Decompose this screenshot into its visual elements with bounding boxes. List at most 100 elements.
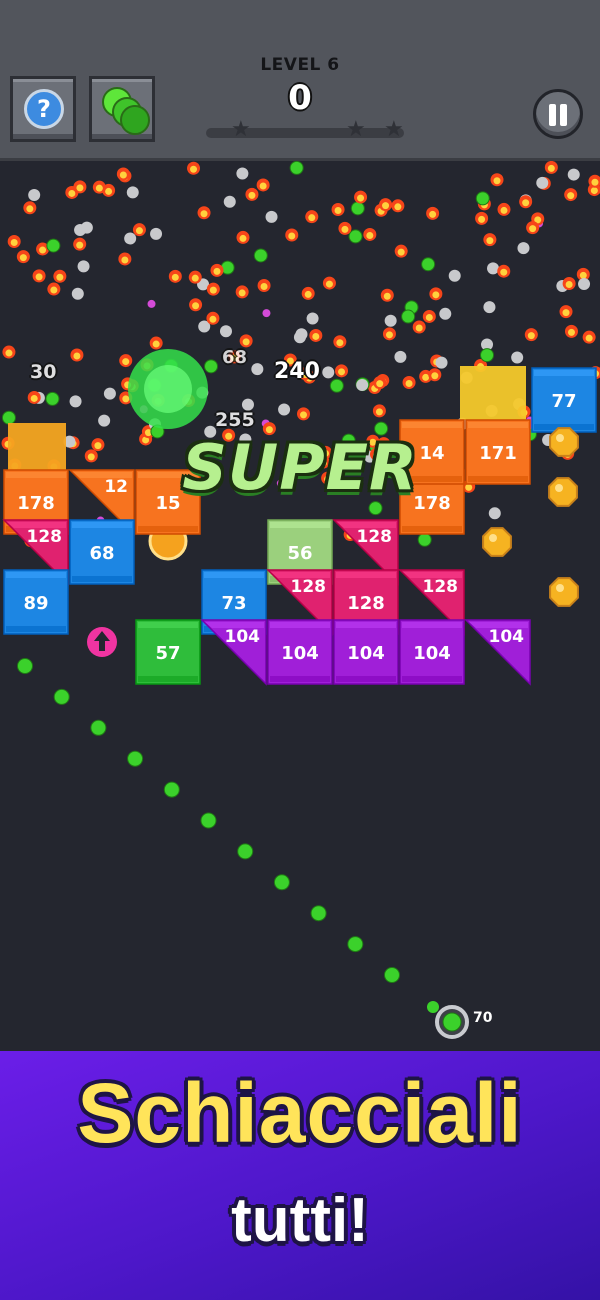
question-mark-icon: ? [24,89,64,129]
brick-hp-label: 171 [479,443,517,464]
play-field[interactable]: 178 12 15 178 14 171 77 128 68 56 128 89 73 128 128 128… [0,161,600,1051]
fire-spark [23,201,37,215]
spent-ball [517,242,530,255]
aim-dot [347,936,364,953]
fire-spark [236,230,250,244]
ball [427,1001,439,1013]
fire-spark [32,269,46,283]
progress-star-icon: ★ [231,117,251,142]
orange-burst [8,423,66,471]
fire-spark [564,188,578,202]
launcher-ball [442,1012,462,1032]
brick-hp-label: 104 [281,643,319,664]
fire-spark [206,311,220,325]
ball [401,309,416,324]
level-label: LEVEL 6 [260,55,340,75]
spark [262,309,271,318]
coin-icon [549,577,579,607]
extra-ball-powerup-icon [87,627,117,657]
ball [421,257,436,272]
brick-hp-label: 128 [357,527,393,547]
fire-spark [73,237,87,251]
fire-spark [497,264,511,278]
fire-spark [47,282,61,296]
brick-hp-label: 15 [155,493,180,514]
fire-spark [168,269,182,283]
ball [329,378,344,393]
fire-spark [426,206,440,220]
spent-ball [236,167,249,180]
spent-ball [439,307,452,320]
spent-ball [322,366,335,379]
fire-spark [524,328,538,342]
brick-hp-label: 73 [221,593,246,614]
spent-ball [69,395,82,408]
spent-ball [98,414,111,427]
fire-spark [27,390,41,404]
fire-spark [391,199,405,213]
spent-ball [223,195,236,208]
brick-hp-label: 128 [291,577,327,597]
fire-spark [497,202,511,216]
ball [417,532,432,547]
help-button[interactable]: ? [10,76,76,142]
fire-spark [16,250,30,264]
fire-spark [53,269,67,283]
ball-count: 70 [473,1010,493,1026]
brick-hp-label: 14 [419,443,444,464]
fire-spark [309,328,323,342]
fire-spark [118,252,132,266]
brick-hp-label: 128 [347,593,385,614]
fire-spark [91,438,105,452]
brick-hp-label: 104 [347,643,385,664]
aim-dot [200,812,217,829]
spent-ball [356,378,369,391]
promo-banner: Schiacciali tutti! [0,1051,600,1300]
fire-spark [519,195,533,209]
ball-skins-button[interactable] [89,76,155,142]
aim-dot [384,967,400,983]
fire-spark [562,277,576,291]
brick-hp-label: 104 [413,643,451,664]
spent-ball [384,314,397,327]
aim-trajectory [17,658,400,983]
fire-spark [544,161,558,174]
fire-spark [70,348,84,362]
fire-spark [116,167,130,181]
fire-spark [373,376,387,390]
fire-spark [92,180,106,194]
fire-spark [301,286,315,300]
ball [46,238,61,253]
fire-spark [379,198,393,212]
green-balls-icon [98,83,152,137]
ball [204,359,219,374]
fire-spark [239,334,253,348]
fire-spark [119,354,133,368]
banner-title: Schiacciali [77,1066,523,1160]
fire-spark [245,187,259,201]
brick: 104 [333,619,399,685]
brick-hp-label: 104 [489,627,525,647]
spent-ball [394,350,407,363]
score-value: 0 [288,78,312,118]
ball [348,229,363,244]
fire-spark [559,305,573,319]
pause-button[interactable] [533,89,583,139]
fire-spark [322,276,336,290]
spent-ball [278,403,291,416]
spent-ball [306,312,319,325]
spent-ball [28,189,41,202]
spent-ball [536,176,549,189]
ball [1,410,16,425]
fire-spark [429,287,443,301]
fire-spark [422,309,436,323]
coin-icon [548,477,578,507]
brick-hp-label: 68 [89,543,114,564]
brick: 104 [200,619,267,686]
fire-spark [256,178,270,192]
game-canvas[interactable]: 1781215 17814 1717712868 5612889 73128128128… [0,161,600,1051]
brick: 57 [135,619,201,685]
spent-ball [74,224,87,237]
fire-spark [475,211,489,225]
ball [475,191,490,206]
